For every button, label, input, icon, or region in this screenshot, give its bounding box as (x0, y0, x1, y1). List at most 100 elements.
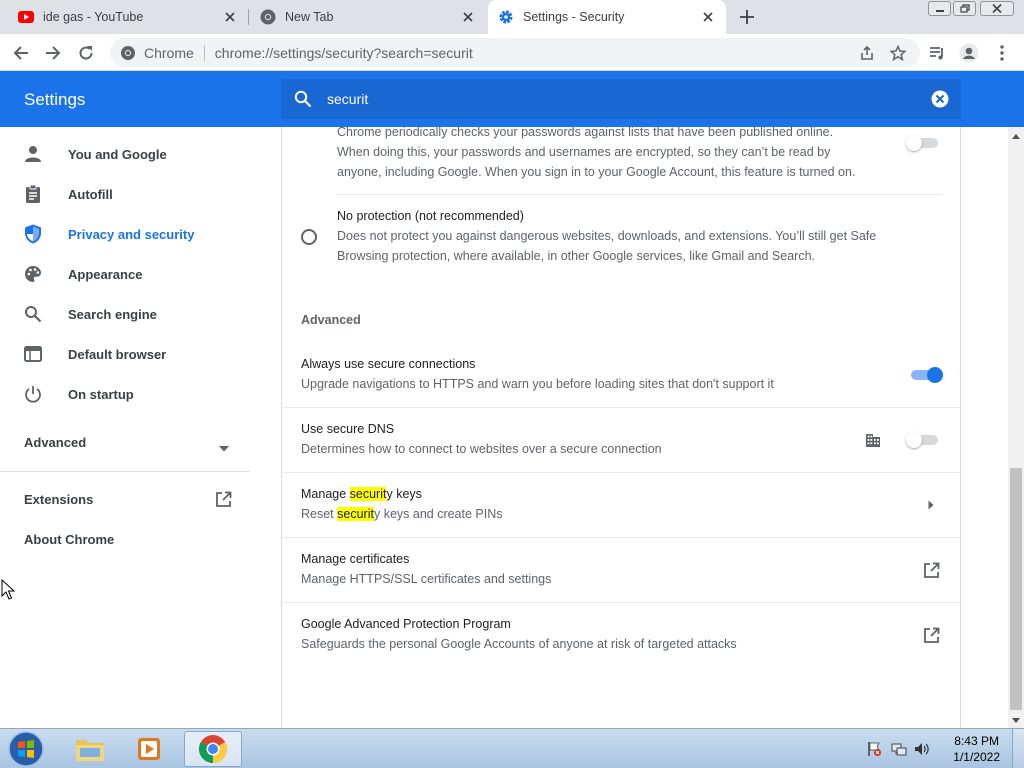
back-button[interactable] (9, 41, 33, 65)
password-check-desc-line-1: Chrome periodically checks your password… (337, 125, 834, 139)
title-text: y keys (386, 487, 422, 501)
secure-connections-toggle[interactable] (909, 367, 943, 383)
no-protection-title: No protection (not recommended) (337, 209, 524, 223)
sidebar-item-on-startup[interactable]: On startup (0, 374, 266, 414)
advanced-protection-desc: Safeguards the personal Google Accounts … (301, 637, 737, 651)
gear-icon (498, 9, 514, 25)
dropdown-arrow-icon[interactable] (219, 440, 229, 455)
clipboard-icon (24, 185, 42, 203)
share-icon[interactable] (858, 44, 876, 62)
system-clock[interactable]: 8:43 PM 1/1/2022 (953, 733, 1000, 765)
omnibox-divider (203, 44, 205, 61)
sidebar-item-extensions[interactable]: Extensions (24, 492, 93, 507)
open-in-new-icon[interactable] (922, 561, 940, 579)
settings-sidebar: You and Google Autofill Privacy and secu… (0, 127, 266, 728)
clear-search-icon[interactable] (931, 90, 949, 108)
reading-list-icon[interactable] (925, 41, 949, 65)
chevron-right-icon[interactable] (922, 496, 940, 514)
scroll-down-arrow-icon[interactable] (1011, 715, 1021, 725)
sidebar-item-you-and-google[interactable]: You and Google (0, 134, 266, 174)
start-button[interactable] (6, 730, 46, 768)
scrollbar-thumb[interactable] (1010, 468, 1022, 710)
open-in-new-icon[interactable] (215, 491, 232, 511)
page-title: Settings (24, 90, 86, 109)
reload-button[interactable] (74, 41, 98, 65)
close-window-button[interactable] (980, 1, 1014, 16)
chrome-site-icon (120, 45, 136, 61)
close-tab-icon[interactable] (222, 9, 238, 25)
close-tab-icon[interactable] (700, 9, 716, 25)
bookmark-star-icon[interactable] (889, 44, 907, 62)
chrome-taskbar-icon[interactable] (184, 731, 242, 767)
certificates-title[interactable]: Manage certificates (301, 552, 409, 566)
youtube-icon (18, 9, 34, 25)
sidebar-advanced-toggle[interactable]: Advanced (24, 435, 86, 450)
secure-dns-desc: Determines how to connect to websites ov… (301, 442, 662, 456)
sidebar-item-appearance[interactable]: Appearance (0, 254, 266, 294)
scroll-up-arrow-icon[interactable] (1011, 131, 1021, 141)
advanced-protection-title[interactable]: Google Advanced Protection Program (301, 617, 511, 631)
sidebar-item-about-chrome[interactable]: About Chrome (24, 532, 114, 547)
sidebar-item-privacy-and-security[interactable]: Privacy and security (0, 214, 266, 254)
tab-title: Settings - Security (523, 10, 625, 24)
sidebar-item-autofill[interactable]: Autofill (0, 174, 266, 214)
sidebar-item-search-engine[interactable]: Search engine (0, 294, 266, 334)
tab-youtube[interactable]: ide gas - YouTube (0, 0, 248, 34)
new-tab-button[interactable] (737, 7, 757, 27)
omnibox[interactable]: Chrome chrome://settings/security?search… (110, 38, 920, 67)
password-check-toggle[interactable] (906, 135, 940, 151)
sidebar-item-label: You and Google (68, 146, 167, 162)
network-icon[interactable] (891, 741, 907, 757)
profile-avatar-icon[interactable] (957, 41, 981, 65)
no-protection-desc-line-2: Browsing protection, where available, in… (337, 249, 816, 263)
row-divider (282, 537, 960, 538)
search-icon (281, 90, 325, 108)
minimize-button[interactable] (928, 1, 951, 16)
action-center-flag-icon[interactable] (866, 741, 882, 757)
chrome-icon (260, 9, 276, 25)
forward-button[interactable] (41, 41, 65, 65)
security-keys-title[interactable]: Manage security keys (301, 487, 422, 501)
toggle-knob (906, 135, 922, 151)
tab-strip: ide gas - YouTube New Tab Settings - Sec… (0, 0, 1024, 34)
secure-connections-desc: Upgrade navigations to HTTPS and warn yo… (301, 377, 774, 391)
tab-title: New Tab (285, 10, 334, 24)
search-input[interactable]: securit (327, 91, 368, 107)
show-desktop-button[interactable] (1012, 729, 1024, 768)
tab-separator (248, 9, 249, 25)
no-protection-radio[interactable] (301, 229, 317, 245)
tab-settings-security[interactable]: Settings - Security (488, 0, 726, 34)
enterprise-managed-icon (864, 431, 882, 449)
security-keys-desc: Reset security keys and create PINs (301, 507, 503, 521)
search-icon (24, 305, 42, 323)
volume-icon[interactable] (914, 741, 930, 757)
toggle-knob (927, 367, 943, 383)
secure-connections-title: Always use secure connections (301, 357, 476, 371)
more-menu-icon[interactable] (990, 41, 1014, 65)
page-scrollbar[interactable] (1008, 127, 1024, 728)
search-highlight: securit (349, 487, 387, 501)
desc-text: y keys and create PINs (373, 507, 503, 521)
restore-button[interactable] (953, 1, 976, 16)
settings-header: Settings securit (0, 71, 1024, 127)
sidebar-item-label: Appearance (68, 266, 143, 282)
media-player-icon[interactable] (122, 731, 178, 767)
advanced-section-heading: Advanced (301, 313, 361, 327)
secure-dns-toggle[interactable] (906, 432, 940, 448)
sidebar-item-label: Search engine (68, 306, 157, 322)
toggle-knob (906, 432, 922, 448)
tab-new-tab[interactable]: New Tab (250, 0, 486, 34)
toolbar: Chrome chrome://settings/security?search… (0, 34, 1024, 71)
palette-icon (24, 265, 42, 283)
settings-search-box[interactable]: securit (281, 79, 961, 119)
url-text[interactable]: chrome://settings/security?search=securi… (215, 45, 473, 61)
file-explorer-icon[interactable] (62, 731, 118, 767)
certificates-desc: Manage HTTPS/SSL certificates and settin… (301, 572, 552, 586)
open-in-new-icon[interactable] (922, 626, 940, 644)
sidebar-item-label: On startup (68, 386, 134, 402)
secure-dns-title: Use secure DNS (301, 422, 395, 436)
search-highlight: securit (337, 507, 374, 521)
sidebar-item-default-browser[interactable]: Default browser (0, 334, 266, 374)
close-tab-icon[interactable] (460, 9, 476, 25)
site-label: Chrome (144, 44, 194, 61)
